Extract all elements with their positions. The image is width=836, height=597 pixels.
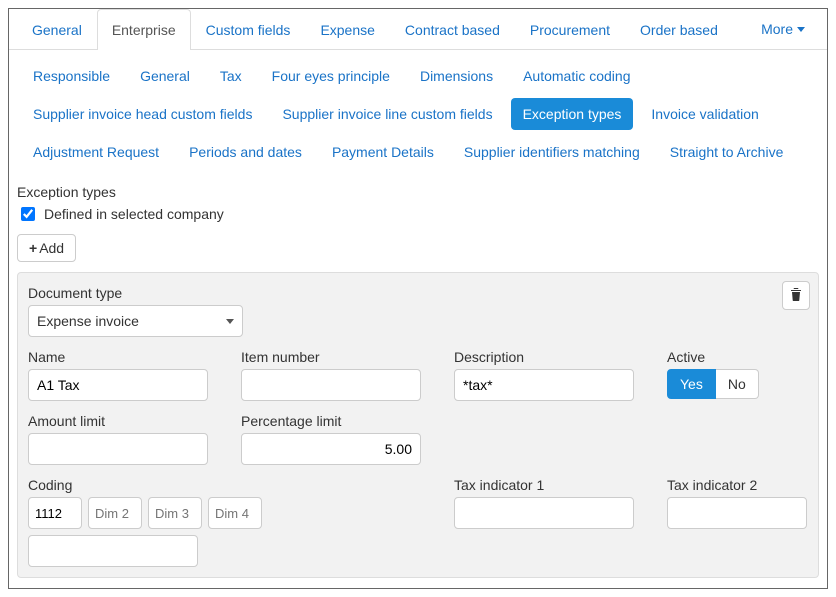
item-number-input[interactable] <box>241 369 421 401</box>
coding-dim4-input[interactable] <box>208 497 262 529</box>
subtab-responsible[interactable]: Responsible <box>21 60 122 92</box>
item-number-label: Item number <box>241 349 436 365</box>
tab-order-based[interactable]: Order based <box>625 9 733 50</box>
subtab-dimensions[interactable]: Dimensions <box>408 60 505 92</box>
subtab-adjustment-request[interactable]: Adjustment Request <box>21 136 171 168</box>
amount-limit-input[interactable] <box>28 433 208 465</box>
tax-indicator-2-label: Tax indicator 2 <box>667 477 797 493</box>
active-no-button[interactable]: No <box>716 369 759 399</box>
document-type-value: Expense invoice <box>37 313 139 329</box>
defined-checkbox[interactable] <box>21 207 35 221</box>
coding-label: Coding <box>28 477 436 493</box>
coding-dim1-input[interactable] <box>28 497 82 529</box>
tab-custom-fields[interactable]: Custom fields <box>191 9 306 50</box>
active-label: Active <box>667 349 759 365</box>
description-label: Description <box>454 349 649 365</box>
subtab-exception-types[interactable]: Exception types <box>511 98 634 130</box>
main-tab-bar: General Enterprise Custom fields Expense… <box>9 9 827 50</box>
exception-panel: Document type Expense invoice Name Item … <box>17 272 819 578</box>
document-type-select[interactable]: Expense invoice <box>28 305 243 337</box>
more-label: More <box>761 21 793 37</box>
subtab-general[interactable]: General <box>128 60 202 92</box>
percentage-limit-input[interactable] <box>241 433 421 465</box>
chevron-down-icon <box>797 27 805 32</box>
tax-indicator-1-input[interactable] <box>454 497 634 529</box>
trash-icon <box>790 287 802 301</box>
tab-expense[interactable]: Expense <box>305 9 389 50</box>
name-label: Name <box>28 349 223 365</box>
active-yes-button[interactable]: Yes <box>667 369 716 399</box>
coding-dim2-input[interactable] <box>88 497 142 529</box>
description-input[interactable] <box>454 369 634 401</box>
subtab-sup-inv-line[interactable]: Supplier invoice line custom fields <box>270 98 504 130</box>
more-menu[interactable]: More <box>747 9 819 49</box>
tax-indicator-1-label: Tax indicator 1 <box>454 477 649 493</box>
app-frame: General Enterprise Custom fields Expense… <box>8 8 828 589</box>
active-toggle: Yes No <box>667 369 759 399</box>
tab-procurement[interactable]: Procurement <box>515 9 625 50</box>
document-type-label: Document type <box>28 285 808 301</box>
defined-checkbox-row: Defined in selected company <box>9 202 827 234</box>
subtab-tax[interactable]: Tax <box>208 60 254 92</box>
subtab-straight-archive[interactable]: Straight to Archive <box>658 136 796 168</box>
amount-limit-label: Amount limit <box>28 413 223 429</box>
delete-button[interactable] <box>782 281 810 310</box>
tab-contract-based[interactable]: Contract based <box>390 9 515 50</box>
subtab-sup-inv-head[interactable]: Supplier invoice head custom fields <box>21 98 264 130</box>
coding-dim3-input[interactable] <box>148 497 202 529</box>
plus-icon: + <box>29 240 37 256</box>
percentage-limit-label: Percentage limit <box>241 413 436 429</box>
tab-general[interactable]: General <box>17 9 97 50</box>
chevron-down-icon <box>226 319 234 324</box>
subtab-payment-details[interactable]: Payment Details <box>320 136 446 168</box>
sub-nav: Responsible General Tax Four eyes princi… <box>9 50 827 178</box>
tab-enterprise[interactable]: Enterprise <box>97 9 191 50</box>
name-input[interactable] <box>28 369 208 401</box>
add-button-label: Add <box>39 240 64 256</box>
section-heading: Exception types <box>9 178 827 202</box>
defined-checkbox-label: Defined in selected company <box>44 206 224 222</box>
subtab-invoice-validation[interactable]: Invoice validation <box>639 98 770 130</box>
subtab-automatic-coding[interactable]: Automatic coding <box>511 60 642 92</box>
tax-indicator-2-input[interactable] <box>667 497 807 529</box>
subtab-four-eyes[interactable]: Four eyes principle <box>260 60 402 92</box>
subtab-supplier-id-matching[interactable]: Supplier identifiers matching <box>452 136 652 168</box>
subtab-periods-dates[interactable]: Periods and dates <box>177 136 314 168</box>
coding-extra-input[interactable] <box>28 535 198 567</box>
add-button[interactable]: + Add <box>17 234 76 262</box>
